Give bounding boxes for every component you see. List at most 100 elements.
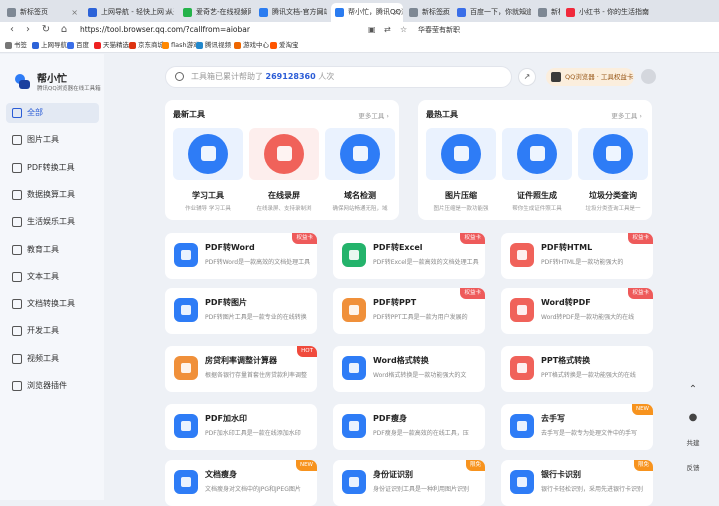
tool-card[interactable]: 身份证识别 身份证识别工具是一种利用图片识别 限免 [333,460,485,506]
feedback-button[interactable]: 反馈 [680,459,706,477]
category-icon [12,326,22,337]
sidebar-item-5[interactable]: 教育工具 [6,240,99,260]
bookmark-label: 腾讯视频 [205,41,231,49]
bookmark-item[interactable]: 京东商城 [128,38,164,53]
sidebar-item-10[interactable]: 浏览器插件 [6,376,99,396]
featured-tool[interactable]: 学习工具 作业辅导 学习工具 [173,124,243,214]
tool-card[interactable]: PDF转PPT PDF转PPT工具是一款为用户发展的 权益卡 [333,288,485,334]
category-icon [12,353,22,364]
sidebar-item-1[interactable]: 图片工具 [6,130,99,150]
avatar[interactable] [641,69,656,84]
sidebar-item-0[interactable]: 全部 [6,103,99,123]
bookmark-item[interactable]: flash游戏 [161,38,200,53]
tool-card[interactable]: Word转PDF Word转PDF是一款功能强大的在线 权益卡 [501,288,653,334]
qq-rights-button[interactable]: QQ浏览器 · 工具权益卡 [546,68,634,86]
tool-card[interactable]: PDF加水印 PDF加水印工具是一款在线添加水印 [165,404,317,450]
tool-desc: Word转PDF是一款功能强大的在线 [541,314,635,321]
tab-7[interactable]: 新标签页 [534,3,560,22]
promo-link[interactable]: 华春莹有新职 [418,22,460,38]
featured-tool[interactable]: 垃圾分类查询 垃圾分类查询工具是一 [578,124,648,214]
external-link-button[interactable]: ↗ [518,68,536,86]
sidebar-item-9[interactable]: 视频工具 [6,349,99,369]
tool-desc: PDF转图片工具是一款专业的在线转换 [205,314,307,321]
tool-card[interactable]: 银行卡识别 银行卡轻松识别，采用先进银行卡识别 限免 [501,460,653,506]
bookmark-item[interactable]: 爱淘宝 [269,38,299,53]
tool-name: 垃圾分类查询 [589,191,637,200]
tool-card[interactable]: Word格式转换 Word格式转换是一款功能强大的文 [333,346,485,392]
close-icon[interactable]: × [642,3,649,22]
tool-card[interactable]: 去手写 去手写是一款专为处理文件中的手写 NEW [501,404,653,450]
star-icon[interactable]: ☆ [400,22,407,38]
sidebar-item-2[interactable]: PDF转换工具 [6,158,99,178]
translate-icon[interactable]: ⇄ [384,22,391,38]
close-icon[interactable]: × [71,3,78,22]
featured-tool[interactable]: 域名检测 确保网站畅通无阻，域 [325,124,395,214]
close-icon[interactable]: × [441,3,448,22]
bookmarks-bar: 书签 上网导航 百度 天猫精选 京东商城 flash游戏 腾讯视频 游戏中心 爱淘宝 [0,38,719,53]
tool-glyph-icon [349,477,359,487]
more-tools-link[interactable]: 更多工具 › [358,110,389,120]
qq-contact-button[interactable]: ● [680,409,706,427]
tool-card[interactable]: PDF转Word PDF转Word是一款高效的文档处理工具 权益卡 [165,233,317,279]
bookmark-label: 百度 [76,41,89,49]
tool-desc: Word格式转换是一款功能强大的文 [373,372,467,379]
search-input[interactable]: 工具箱已累计帮助了 269128360 人次 [165,66,512,88]
bookmark-item[interactable]: 游戏中心 [233,38,269,53]
bookmark-item[interactable]: 百度 [66,38,89,53]
tab-0[interactable]: 新标签页 × [3,3,81,22]
bookmark-item[interactable]: 天猫精选 [93,38,129,53]
tab-6[interactable]: 百度一下，你就知道 × [453,3,531,22]
tool-card[interactable]: PDF转HTML PDF转HTML是一款功能强大的 权益卡 [501,233,653,279]
tool-glyph-icon [517,363,527,373]
close-icon[interactable]: × [521,3,528,22]
share-button[interactable]: 共建 [680,434,706,452]
tool-card[interactable]: 房贷利率调整计算器 根据各银行存量首套住房贷款利率调整 HOT [165,346,317,392]
back-icon[interactable]: ‹ [6,22,18,38]
featured-tool[interactable]: 图片压缩 图片压缩是一款功能强 [426,124,496,214]
more-tools-link[interactable]: 更多工具 › [611,110,642,120]
tool-name: PPT格式转换 [541,356,591,365]
sidebar-item-8[interactable]: 开发工具 [6,321,99,341]
tab-8[interactable]: 小红书 - 你的生活指南 × [562,3,652,22]
url-field[interactable]: https://tool.browser.qq.com/?callfrom=ai… [80,23,250,37]
featured-tool[interactable]: 证件照生成 帮你生成证件照工具 [502,124,572,214]
close-icon[interactable]: × [317,3,324,22]
tab-1[interactable]: 上网导航 - 轻快上网 从这 × [84,3,174,22]
category-icon [12,271,22,282]
category-icon [12,162,22,173]
tab-2[interactable]: 爱奇艺-在线视频网站-海量× [179,3,251,22]
featured-tool[interactable]: 在线录屏 在线录屏、支持录制浏 [249,124,319,214]
status-badge: 权益卡 [628,288,653,299]
tab-3[interactable]: 腾讯文档-官方网站-支持多× [255,3,327,22]
sidebar-item-label: 数据换算工具 [27,189,75,199]
tool-card[interactable]: 文档瘦身 文档瘦身对文档中的JPG和JPEG图片 NEW [165,460,317,506]
close-icon[interactable]: × [241,3,248,22]
tool-card[interactable]: PDF瘦身 PDF瘦身是一款高效的在线工具，压 [333,404,485,450]
page-icon[interactable]: ▣ [368,22,376,38]
close-icon[interactable]: × [164,3,171,22]
site-icon [409,8,418,17]
search-prefix: 工具箱已累计帮助了 [191,72,263,81]
sidebar-item-label: 视频工具 [27,353,59,363]
sidebar-item-label: PDF转换工具 [27,162,75,172]
refresh-icon[interactable]: ↻ [40,22,52,38]
tool-name: 文档瘦身 [205,470,237,479]
bookmark-item[interactable]: 书签 [4,38,27,53]
forward-icon[interactable]: › [22,22,34,38]
sidebar-item-4[interactable]: 生活娱乐工具 [6,212,99,232]
tool-name: Word转PDF [541,298,591,307]
sidebar-item-6[interactable]: 文本工具 [6,267,99,287]
sidebar-item-3[interactable]: 数据换算工具 [6,185,99,205]
tab-5[interactable]: 新标签页 × [405,3,451,22]
back-to-top-button[interactable]: ⌃ [680,381,706,399]
bookmark-item[interactable]: 上网导航 [31,38,67,53]
tool-card[interactable]: PDF转图片 PDF转图片工具是一款专业的在线转换 [165,288,317,334]
sidebar-item-7[interactable]: 文档转换工具 [6,294,99,314]
close-icon[interactable]: × [393,3,400,22]
tab-4[interactable]: 帮小忙，腾讯QQ浏览器× [331,3,403,22]
tool-card[interactable]: PDF转Excel PDF转Excel是一款高效的文档处理工具 权益卡 [333,233,485,279]
tool-card[interactable]: PPT格式转换 PPT格式转换是一款功能强大的在线 [501,346,653,392]
category-icon [12,217,22,228]
home-icon[interactable]: ⌂ [58,22,70,38]
bookmark-item[interactable]: 腾讯视频 [195,38,231,53]
